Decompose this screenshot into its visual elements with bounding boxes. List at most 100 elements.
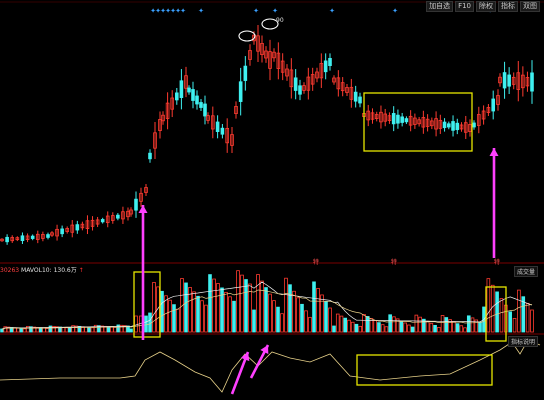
candle bbox=[105, 211, 110, 228]
toolbar: 加自选 F10 除权 指标 双图 bbox=[426, 1, 540, 12]
volume-bar bbox=[252, 309, 256, 333]
candlestick-series bbox=[0, 25, 534, 245]
candle bbox=[516, 60, 521, 102]
candle bbox=[430, 117, 434, 130]
volume-bar bbox=[384, 326, 389, 333]
candle bbox=[400, 112, 404, 127]
candle-body bbox=[396, 114, 400, 124]
candle-body bbox=[75, 224, 80, 231]
volume-bar bbox=[22, 328, 27, 333]
volume-bar bbox=[455, 323, 460, 333]
volume-panel-tag[interactable]: 成交量 bbox=[513, 266, 538, 277]
candle bbox=[455, 118, 460, 135]
volume-bar bbox=[339, 315, 344, 333]
volume-bar bbox=[68, 327, 72, 333]
volume-bar bbox=[42, 327, 46, 333]
candle bbox=[50, 231, 54, 237]
candle bbox=[481, 105, 486, 125]
candle-body bbox=[100, 219, 105, 223]
candle bbox=[336, 70, 341, 97]
volume-bar bbox=[478, 321, 482, 333]
volume-bar bbox=[470, 317, 475, 333]
candle bbox=[413, 113, 417, 129]
candle bbox=[225, 118, 230, 153]
indicator-panel-tag[interactable]: 指标说明 bbox=[507, 336, 538, 347]
volume-bar bbox=[414, 314, 419, 333]
candle bbox=[438, 114, 443, 134]
volume-bar bbox=[508, 311, 512, 333]
candle-body bbox=[238, 81, 243, 102]
candle bbox=[111, 212, 115, 224]
volume-bar bbox=[437, 327, 441, 333]
candle-body bbox=[203, 103, 207, 117]
candle-body bbox=[116, 214, 120, 219]
candle-body bbox=[507, 74, 511, 87]
volume-indicator-label: 30263 MAVOL10: 130.6万 ↑ bbox=[0, 265, 84, 274]
f10-button[interactable]: F10 bbox=[455, 1, 474, 12]
event-marker-3[interactable]: 特 bbox=[494, 257, 500, 266]
candle bbox=[491, 90, 495, 120]
arrow-head bbox=[138, 205, 148, 213]
candle bbox=[20, 232, 25, 244]
candle bbox=[161, 111, 165, 125]
event-marker-2[interactable]: 特 bbox=[391, 257, 397, 266]
volume-bar bbox=[312, 281, 316, 333]
candle bbox=[319, 53, 324, 88]
candle bbox=[134, 191, 138, 218]
candle bbox=[129, 207, 133, 217]
candle bbox=[408, 110, 413, 132]
volume-bar bbox=[172, 304, 176, 333]
volume-bar bbox=[45, 328, 50, 333]
volume-bar bbox=[200, 300, 204, 333]
candle bbox=[126, 207, 130, 221]
volume-bar bbox=[64, 327, 69, 333]
candle bbox=[315, 67, 319, 83]
indicator-button[interactable]: 指标 bbox=[498, 1, 518, 12]
candle-body bbox=[328, 58, 332, 67]
star-marker: ✦ bbox=[272, 7, 278, 15]
candle bbox=[5, 234, 9, 245]
candle-body bbox=[243, 65, 248, 81]
candle bbox=[195, 90, 199, 110]
candle bbox=[187, 85, 191, 95]
volume-bar bbox=[224, 291, 228, 333]
candle bbox=[496, 89, 500, 111]
volume-bar bbox=[358, 325, 363, 333]
volume-bar bbox=[61, 327, 66, 333]
candle-body bbox=[446, 123, 451, 128]
candle-body bbox=[293, 77, 298, 91]
candle bbox=[370, 108, 375, 124]
volume-bar bbox=[365, 316, 370, 333]
add-watchlist-button[interactable]: 加自选 bbox=[426, 1, 454, 12]
volume-bar bbox=[433, 324, 437, 333]
volume-bar bbox=[19, 328, 24, 333]
candle bbox=[121, 206, 125, 224]
candle bbox=[374, 111, 379, 122]
candle bbox=[170, 90, 175, 118]
candle-body bbox=[187, 87, 191, 93]
candle bbox=[85, 215, 90, 235]
candle-body bbox=[174, 92, 179, 101]
arrow-head bbox=[489, 148, 499, 156]
candle-body bbox=[442, 121, 447, 129]
candle-body bbox=[353, 91, 358, 102]
candle bbox=[35, 230, 40, 244]
event-marker-1[interactable]: 特 bbox=[313, 257, 319, 266]
volume-bar bbox=[84, 326, 88, 333]
volume-bar bbox=[530, 309, 534, 333]
volume-bar bbox=[288, 284, 292, 333]
volume-bar bbox=[260, 280, 264, 333]
ex-rights-button[interactable]: 除权 bbox=[476, 1, 496, 12]
candle bbox=[530, 60, 534, 104]
volume-bar bbox=[517, 289, 521, 333]
candle-body bbox=[195, 95, 199, 105]
volume-bar bbox=[335, 313, 340, 333]
stock-chart-canvas[interactable]: ✦✦✦✦✦✦✦✦✦✦✦✦✦ bbox=[0, 0, 544, 400]
volume-bar bbox=[212, 278, 216, 333]
dual-chart-button[interactable]: 双图 bbox=[520, 1, 540, 12]
volume-bar bbox=[228, 296, 232, 333]
volume-bar bbox=[284, 277, 288, 333]
candle bbox=[264, 46, 268, 63]
volume-bar bbox=[148, 312, 152, 333]
volume-bar bbox=[308, 316, 312, 333]
